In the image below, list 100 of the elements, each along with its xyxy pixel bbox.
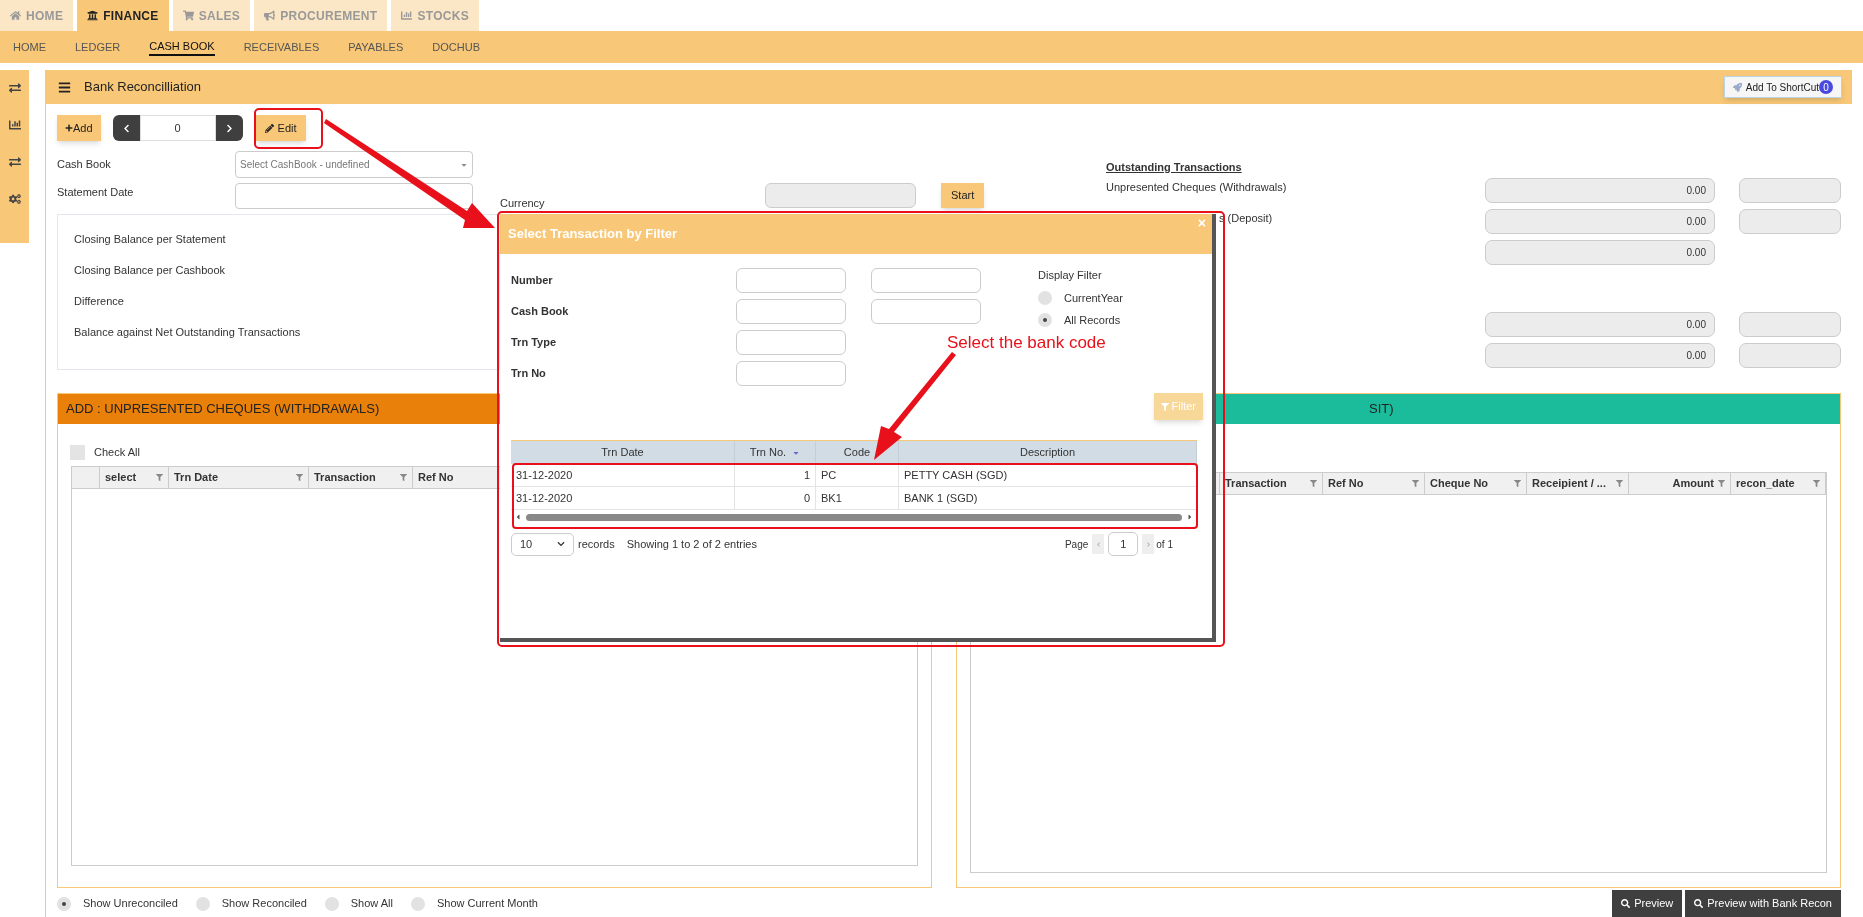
filter-icon[interactable] [1718, 480, 1725, 487]
radio-button[interactable] [1038, 290, 1052, 305]
nav-link[interactable]: PAYABLES [348, 38, 404, 56]
column-header[interactable]: Transaction [309, 467, 413, 488]
column-header[interactable]: Amount [1629, 473, 1731, 494]
filter-icon [1160, 402, 1169, 411]
scroll-left-icon[interactable] [514, 513, 522, 521]
input-field[interactable] [871, 298, 981, 324]
column-header[interactable]: Receipient / ... [1527, 473, 1629, 494]
radio-button[interactable] [324, 896, 339, 911]
column-header[interactable]: Ref No [1323, 473, 1425, 494]
radio-label: Show Unreconciled [83, 896, 178, 912]
nav-link[interactable]: DOCHUB [432, 38, 480, 56]
currency-field[interactable] [765, 183, 916, 208]
dialog-title: Select Transaction by Filter [508, 225, 678, 244]
column-header[interactable]: Cheque No [1425, 473, 1527, 494]
swap-icon[interactable] [8, 82, 21, 94]
previous-button[interactable] [112, 115, 140, 141]
column-header[interactable]: recon_date [1731, 473, 1826, 494]
scrollbar-thumb[interactable] [526, 513, 1182, 521]
radio-label: All Records [1064, 313, 1121, 328]
filter-icon[interactable] [1412, 480, 1419, 487]
preview-button[interactable]: Preview [1612, 890, 1683, 917]
nav-link[interactable]: CASH BOOK [149, 37, 215, 57]
field-label: Cash Book [57, 157, 112, 173]
filter-icon[interactable] [296, 474, 303, 481]
field-label: Number [511, 272, 554, 288]
records-label: records [578, 536, 615, 552]
radio-button[interactable] [57, 896, 71, 911]
table-cell[interactable]: 1 [735, 464, 816, 486]
rocket-icon [1732, 82, 1742, 92]
radio-label: CurrentYear [1064, 290, 1123, 306]
radio-button[interactable] [411, 896, 425, 911]
table-cell[interactable]: PC [816, 464, 899, 486]
section-title: Outstanding Transactions [1106, 161, 1242, 173]
column-header[interactable]: Trn Date [169, 467, 309, 488]
table-cell[interactable]: 0 [735, 487, 816, 509]
filter-title: Display Filter [1038, 268, 1103, 283]
chevron-left-icon [121, 123, 131, 133]
column-header[interactable]: Trn Date [511, 441, 735, 464]
tab-icon [10, 10, 21, 21]
filter-icon[interactable] [400, 474, 407, 481]
column-header[interactable]: Transaction [1220, 473, 1323, 494]
column-header[interactable]: select [100, 467, 169, 488]
radio-label: Show Current Month [437, 896, 538, 912]
filter-icon[interactable] [1813, 480, 1820, 487]
input-field[interactable] [736, 298, 846, 324]
amount-field: 0.00 [1485, 240, 1715, 265]
scroll-right-icon[interactable] [1186, 513, 1194, 521]
filter-icon[interactable] [156, 474, 163, 481]
radio-button[interactable] [195, 896, 210, 911]
next-button[interactable] [215, 115, 243, 141]
checkbox-label: Check All [94, 444, 140, 460]
filter-icon[interactable] [1514, 480, 1521, 487]
column-header[interactable]: Description [899, 441, 1197, 464]
nav-link[interactable]: HOME [13, 38, 46, 56]
plus-icon [65, 124, 73, 132]
input-field[interactable] [736, 329, 846, 355]
page-label: Page [1064, 537, 1089, 552]
module-tab[interactable]: FINANCE [77, 0, 169, 31]
table-cell[interactable]: PETTY CASH (SGD) [899, 464, 1197, 486]
nav-link[interactable]: RECEIVABLES [243, 38, 320, 56]
settings-icon[interactable] [8, 193, 21, 205]
amount-field: 0.00 [1485, 209, 1715, 234]
add-shortcut-button[interactable]: Add To ShortCut 0 [1723, 76, 1842, 98]
filter-icon[interactable] [1310, 480, 1317, 487]
chevron-left-icon [1095, 541, 1101, 547]
page-size-select[interactable]: 10 [511, 532, 574, 556]
input-field[interactable] [736, 360, 846, 386]
chart-icon[interactable] [8, 119, 21, 131]
search-icon [1694, 899, 1704, 908]
preview-button[interactable]: Preview with Bank Recon [1685, 890, 1841, 917]
radio-button[interactable] [1038, 313, 1052, 328]
table-cell[interactable]: 31-12-2020 [511, 487, 735, 509]
swap-icon[interactable] [8, 156, 21, 168]
start-button[interactable]: Start [941, 183, 985, 208]
field-label: Cash Book [511, 303, 570, 319]
pencil-icon [264, 123, 274, 133]
chevron-right-icon [1145, 541, 1151, 547]
balance-label: Closing Balance per Statement [74, 232, 227, 246]
table-cell[interactable]: 31-12-2020 [511, 464, 735, 486]
filter-icon[interactable] [1616, 480, 1623, 487]
checkbox[interactable] [70, 444, 85, 460]
menu-icon[interactable] [58, 80, 71, 94]
chevron-right-icon [224, 123, 234, 133]
edit-button[interactable]: Edit [255, 115, 306, 141]
highlight-box [254, 108, 323, 149]
record-number-field[interactable]: 0 [139, 115, 216, 141]
input-field[interactable] [871, 267, 981, 293]
table-cell[interactable]: BK1 [816, 487, 899, 509]
nav-link[interactable]: LEDGER [75, 38, 121, 56]
page-number-field[interactable]: 1 [1108, 532, 1139, 556]
amount-field: 0.00 [1485, 343, 1715, 368]
field-label: Trn Type [511, 334, 558, 350]
field-label: Currency [500, 196, 546, 209]
add-button[interactable]: Add [57, 115, 101, 141]
column-header[interactable]: Trn No. [735, 441, 816, 464]
table-cell[interactable]: BANK 1 (SGD) [899, 487, 1197, 509]
balance-label: Closing Balance per Cashbook [74, 263, 227, 277]
input-field[interactable] [736, 267, 846, 293]
